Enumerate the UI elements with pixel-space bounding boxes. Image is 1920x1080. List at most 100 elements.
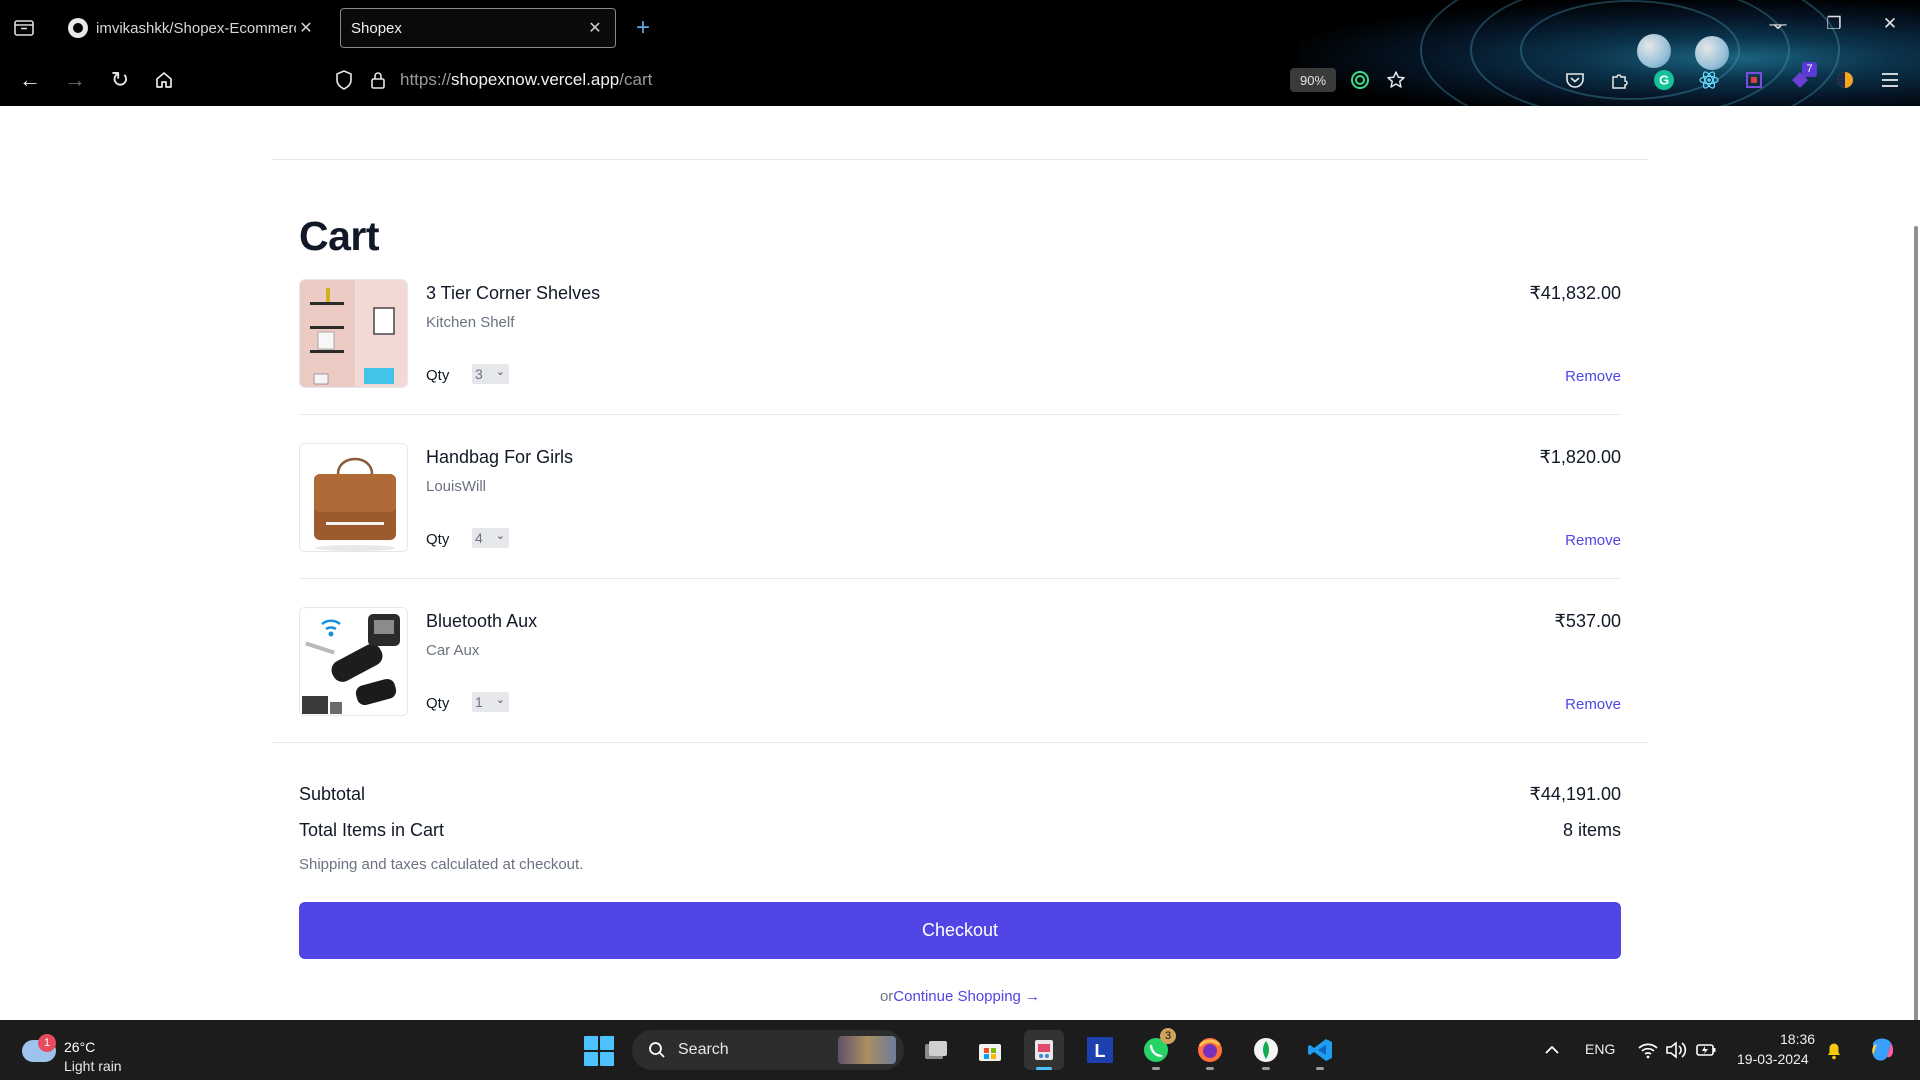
show-hidden-icons-chevron-icon[interactable] [1540,1038,1564,1062]
remove-button[interactable]: Remove [1565,696,1621,713]
tab-title: imvikashkk/Shopex-Ecommerce [96,19,296,37]
subtotal-value: ₹44,191.00 [1529,784,1621,804]
tab-bar: imvikashkk/Shopex-Ecommerce ✕ Shopex ✕ +… [0,0,1920,54]
home-icon[interactable] [150,66,178,94]
vscode-icon[interactable] [1300,1030,1340,1070]
browser-chrome: imvikashkk/Shopex-Ecommerce ✕ Shopex ✕ +… [0,0,1920,106]
summary-divider [272,742,1648,743]
quantity-value: 4 [475,530,483,546]
item-divider [299,414,1621,415]
clock-date[interactable]: 19-03-2024 [1737,1051,1809,1067]
close-tab-icon[interactable]: ✕ [585,18,605,38]
cart-item: Handbag For Girls LouisWill Qty 4 ⌄ ₹1,8… [299,443,1621,607]
shipping-note: Shipping and taxes calculated at checkou… [299,856,584,873]
product-name[interactable]: Handbag For Girls [426,447,573,468]
tab-list-icon[interactable] [12,15,36,39]
qty-label: Qty [426,531,450,548]
svg-text:L: L [1095,1041,1106,1061]
github-icon [68,18,88,38]
quantity-value: 1 [475,694,483,710]
snipping-tool-icon[interactable] [1024,1030,1064,1070]
item-divider [299,578,1621,579]
extension-count-badge: 7 [1802,62,1817,77]
product-brand: Kitchen Shelf [426,314,515,331]
cart-page: Cart 3 Tier Corner Shelves Kitchen Shelf… [0,106,1920,1020]
search-highlight-icon [838,1036,896,1064]
bookmark-star-icon[interactable] [1384,68,1408,92]
handbag-image[interactable] [299,443,408,552]
pocket-icon[interactable] [1563,68,1587,92]
checkout-button[interactable]: Checkout [299,902,1621,959]
zoom-level-badge[interactable]: 90% [1290,68,1336,92]
react-devtools-icon[interactable] [1697,68,1721,92]
microsoft-store-icon[interactable] [970,1030,1010,1070]
total-items-label: Total Items in Cart [299,820,445,840]
total-items-value: 8 items [1562,820,1621,840]
restore-icon[interactable]: ❐ [1820,14,1848,40]
item-price: ₹1,820.00 [1539,447,1621,467]
chevron-down-icon: ⌄ [495,694,505,706]
colorzilla-icon[interactable] [1742,68,1766,92]
minimize-icon[interactable]: — [1764,14,1792,40]
whatsapp-badge: 3 [1160,1028,1176,1044]
tab-github[interactable]: imvikashkk/Shopex-Ecommerce ✕ [58,8,326,48]
notification-bell-icon[interactable] [1822,1038,1846,1062]
shelves-image[interactable] [299,279,408,388]
weather-badge: 1 [38,1034,56,1052]
forward-icon[interactable]: → [61,66,89,94]
firefox-icon[interactable] [1190,1030,1230,1070]
url-path: /cart [619,70,653,89]
weather-widget[interactable]: 1 26°C Light rain [22,1028,142,1074]
l-app-icon[interactable]: L [1080,1030,1120,1070]
quantity-value: 3 [475,366,483,382]
weather-condition: Light rain [64,1058,122,1074]
page-scrollbar[interactable] [1914,226,1918,1020]
remove-button[interactable]: Remove [1565,532,1621,549]
address-bar[interactable]: https://shopexnow.vercel.app/cart [400,70,652,90]
grammarly-icon[interactable]: G [1652,68,1676,92]
wifi-icon[interactable] [1636,1038,1660,1062]
extension-badge-icon[interactable]: 7 [1788,62,1817,92]
windows-start-icon[interactable] [584,1036,614,1066]
clock-time[interactable]: 18:36 [1780,1031,1815,1047]
product-name[interactable]: Bluetooth Aux [426,611,537,632]
quantity-select[interactable]: 1 ⌄ [472,692,509,712]
chevron-down-icon: ⌄ [495,530,505,542]
extensions-puzzle-icon[interactable] [1608,68,1632,92]
quantity-select[interactable]: 4 ⌄ [472,528,509,548]
language-indicator[interactable]: ENG [1585,1041,1615,1057]
subtotal-label: Subtotal [299,784,366,804]
close-tab-icon[interactable]: ✕ [296,18,316,38]
task-view-icon[interactable] [916,1030,956,1070]
tab-shopex[interactable]: Shopex ✕ [340,8,616,48]
battery-icon[interactable] [1694,1038,1718,1062]
mongodb-compass-icon[interactable] [1246,1030,1286,1070]
reload-icon[interactable]: ↻ [106,66,134,94]
qty-label: Qty [426,695,450,712]
close-window-icon[interactable]: ✕ [1876,14,1904,40]
remove-button[interactable]: Remove [1565,368,1621,385]
lock-icon[interactable] [364,66,392,94]
menu-hamburger-icon[interactable] [1878,68,1902,92]
whatsapp-icon[interactable]: 3 [1136,1028,1176,1070]
quantity-select[interactable]: 3 ⌄ [472,364,509,384]
copilot-icon[interactable] [1866,1034,1898,1066]
taskbar: 1 26°C Light rain Search L 3 ENG 18:36 1… [0,1020,1920,1080]
header-divider [272,159,1648,160]
volume-icon[interactable] [1664,1038,1688,1062]
search-label: Search [678,1041,729,1058]
total-items-row: Total Items in Cart 8 items [299,820,1621,841]
profile-extension-icon[interactable] [1833,68,1857,92]
product-name[interactable]: 3 Tier Corner Shelves [426,283,600,304]
url-scheme: https:// [400,70,452,89]
target-extension-icon[interactable] [1348,68,1372,92]
product-brand: LouisWill [426,478,487,495]
new-tab-icon[interactable]: + [630,14,656,42]
shield-icon[interactable] [330,66,358,94]
continue-prefix: or [879,988,894,1005]
subtotal-row: Subtotal ₹44,191.00 [299,784,1621,805]
bluetooth-aux-image[interactable] [299,607,408,716]
back-icon[interactable]: ← [16,66,44,94]
continue-shopping-link[interactable]: Continue Shopping → [893,988,1040,1005]
taskbar-search[interactable]: Search [632,1030,904,1070]
